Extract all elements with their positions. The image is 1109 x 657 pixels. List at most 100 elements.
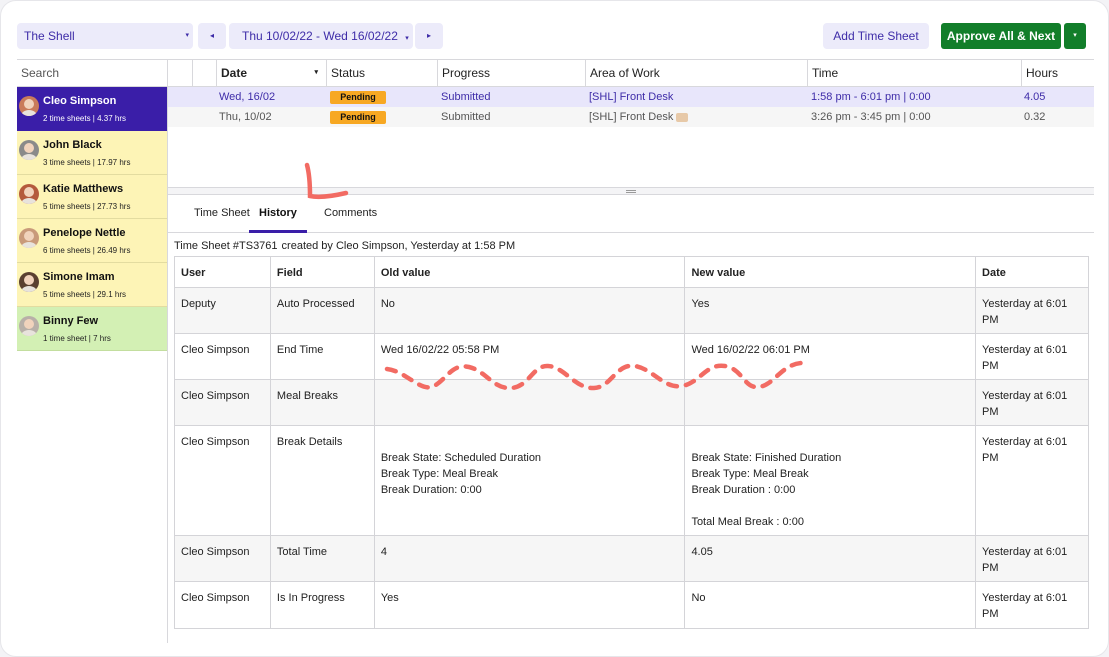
history-cell-old: 4 bbox=[373, 535, 686, 582]
history-cell-old: Yes bbox=[373, 581, 686, 629]
timesheet-row[interactable]: Wed, 16/02 Pending Submitted [SHL] Front De… bbox=[168, 87, 1094, 107]
history-col-date: Date bbox=[975, 256, 1089, 288]
avatar bbox=[19, 140, 39, 160]
history-cell-date: Yesterday at 6:01 PM bbox=[975, 379, 1089, 426]
tab-comments[interactable]: Comments bbox=[324, 207, 377, 233]
history-cell-new bbox=[684, 379, 977, 426]
avatar bbox=[19, 96, 39, 116]
pane-splitter[interactable] bbox=[168, 187, 1094, 195]
chevron-left-icon: ◂ bbox=[209, 31, 214, 40]
approve-options-button[interactable]: ▾ bbox=[1064, 23, 1086, 49]
avatar-photo bbox=[21, 275, 37, 292]
employee-item[interactable]: Binny Few 1 time sheet | 7 hrs bbox=[17, 307, 167, 351]
history-cell-user: Cleo Simpson bbox=[174, 425, 271, 536]
history-row: Cleo Simpson Meal Breaks Yesterday at 6:01… bbox=[174, 379, 1089, 426]
history-cell-field: End Time bbox=[269, 333, 375, 380]
timesheet-list-header: Date ▾ Status Progress Area of Work Time… bbox=[168, 59, 1094, 87]
chevron-right-icon: ▸ bbox=[426, 31, 431, 40]
employee-stats: 5 time sheets | 29.1 hrs bbox=[43, 290, 127, 299]
history-cell-user: Cleo Simpson bbox=[174, 333, 271, 380]
cell-hours: 4.05 bbox=[1024, 91, 1046, 103]
history-cell-old: Wed 16/02/22 05:58 PM bbox=[373, 333, 686, 380]
history-cell-user: Cleo Simpson bbox=[174, 581, 271, 629]
expand-column-header[interactable] bbox=[192, 60, 216, 86]
cell-area: [SHL] Front Desk bbox=[589, 91, 674, 103]
timesheet-created-info: Time Sheet #TS3761 created by Cleo Simpso… bbox=[174, 240, 515, 252]
tab-time-sheet[interactable]: Time Sheet bbox=[194, 207, 250, 233]
cell-progress: Submitted bbox=[441, 91, 491, 103]
employee-item[interactable]: Penelope Nettle 6 time sheets | 26.49 hrs bbox=[17, 219, 167, 263]
history-row: Cleo Simpson Total Time 4 4.05 Yesterday at … bbox=[174, 535, 1089, 582]
cell-time: 3:26 pm - 3:45 pm | 0:00 bbox=[811, 111, 931, 123]
history-col-old-value: Old value bbox=[373, 256, 686, 288]
column-header-progress[interactable]: Progress bbox=[437, 60, 585, 86]
prev-week-button[interactable]: ◂ bbox=[198, 23, 226, 49]
history-cell-date: Yesterday at 6:01 PM bbox=[975, 425, 1089, 536]
history-cell-field: Break Details bbox=[269, 425, 375, 536]
column-header-status[interactable]: Status bbox=[326, 60, 437, 86]
history-col-new-value: New value bbox=[684, 256, 977, 288]
created-by: created by Cleo Simpson, Yesterday at 1:… bbox=[281, 240, 516, 252]
tab-history[interactable]: History bbox=[249, 207, 307, 233]
approve-all-next-button[interactable]: Approve All & Next bbox=[941, 23, 1061, 49]
location-select[interactable]: The Shell ▾ bbox=[17, 23, 193, 49]
history-cell-new: Yes bbox=[684, 287, 977, 334]
employee-name: Simone Imam bbox=[43, 271, 115, 283]
history-cell-field: Is In Progress bbox=[269, 581, 375, 629]
avatar bbox=[19, 228, 39, 248]
avatar bbox=[19, 272, 39, 292]
employee-stats: 1 time sheet | 7 hrs bbox=[43, 334, 111, 343]
search-input[interactable]: Search bbox=[17, 59, 167, 87]
date-range-label: Thu 10/02/22 - Wed 16/02/22 bbox=[242, 29, 398, 43]
history-row: Deputy Auto Processed No Yes Yesterday at 6:… bbox=[174, 287, 1089, 334]
history-cell-new: No bbox=[684, 581, 977, 629]
employee-list: Cleo Simpson 2 time sheets | 4.37 hrs John… bbox=[17, 87, 167, 351]
history-cell-date: Yesterday at 6:01 PM bbox=[975, 535, 1089, 582]
employee-item[interactable]: Simone Imam 5 time sheets | 29.1 hrs bbox=[17, 263, 167, 307]
drag-handle-icon[interactable] bbox=[626, 190, 636, 193]
employee-name: Binny Few bbox=[43, 315, 99, 327]
employee-name: Penelope Nettle bbox=[43, 227, 126, 239]
select-column-header[interactable] bbox=[168, 60, 192, 86]
employee-item[interactable]: Cleo Simpson 2 time sheets | 4.37 hrs bbox=[17, 87, 167, 131]
add-timesheet-button[interactable]: Add Time Sheet bbox=[823, 23, 929, 49]
column-header-hours[interactable]: Hours bbox=[1021, 60, 1094, 86]
date-range-select[interactable]: Thu 10/02/22 - Wed 16/02/22 ▾ bbox=[229, 23, 413, 49]
history-row: Cleo Simpson Break Details Break State: S… bbox=[174, 425, 1089, 536]
employee-sidebar: Search Cleo Simpson 2 time sheets | 4.37 … bbox=[17, 59, 168, 643]
avatar-photo bbox=[21, 231, 37, 248]
toolbar: The Shell ▾ ◂ Thu 10/02/22 - Wed 16/02/2… bbox=[1, 1, 1108, 59]
history-cell-new: 4.05 bbox=[684, 535, 977, 582]
history-row: Cleo Simpson End Time Wed 16/02/22 05:58 P… bbox=[174, 333, 1089, 380]
history-cell-date: Yesterday at 6:01 PM bbox=[975, 581, 1089, 629]
status-badge: Pending bbox=[330, 87, 386, 107]
detail-tabs: Time Sheet History Comments bbox=[168, 196, 1094, 233]
chevron-down-icon: ▾ bbox=[1073, 32, 1077, 39]
employee-item[interactable]: Katie Matthews 5 time sheets | 27.73 hrs bbox=[17, 175, 167, 219]
employee-name: Katie Matthews bbox=[43, 183, 124, 195]
employee-stats: 6 time sheets | 26.49 hrs bbox=[43, 246, 131, 255]
comment-emoji-icon[interactable] bbox=[676, 112, 689, 122]
employee-item[interactable]: John Black 3 time sheets | 17.97 hrs bbox=[17, 131, 167, 175]
history-cell-new: Wed 16/02/22 06:01 PM bbox=[684, 333, 977, 380]
column-header-area[interactable]: Area of Work bbox=[585, 60, 807, 86]
cell-date: Thu, 10/02 bbox=[219, 111, 272, 123]
history-header-row: User Field Old value New value Date bbox=[174, 256, 1089, 288]
next-week-button[interactable]: ▸ bbox=[415, 23, 443, 49]
avatar-photo bbox=[21, 99, 37, 116]
cell-time: 1:58 pm - 6:01 pm | 0:00 bbox=[811, 91, 931, 103]
avatar bbox=[19, 316, 39, 336]
cell-progress: Submitted bbox=[441, 111, 491, 123]
history-cell-old bbox=[373, 379, 686, 426]
app-window: The Shell ▾ ◂ Thu 10/02/22 - Wed 16/02/2… bbox=[0, 0, 1109, 657]
timesheet-row[interactable]: Thu, 10/02 Pending Submitted [SHL] Front De… bbox=[168, 107, 1094, 127]
history-table: User Field Old value New value Date Depu… bbox=[174, 256, 1089, 629]
column-header-time[interactable]: Time bbox=[807, 60, 1021, 86]
employee-stats: 3 time sheets | 17.97 hrs bbox=[43, 158, 131, 167]
history-cell-user: Cleo Simpson bbox=[174, 535, 271, 582]
avatar bbox=[19, 184, 39, 204]
employee-name: John Black bbox=[43, 139, 102, 151]
column-header-date[interactable]: Date ▾ bbox=[216, 60, 326, 86]
history-cell-date: Yesterday at 6:01 PM bbox=[975, 333, 1089, 380]
status-badge-label: Pending bbox=[330, 110, 386, 124]
